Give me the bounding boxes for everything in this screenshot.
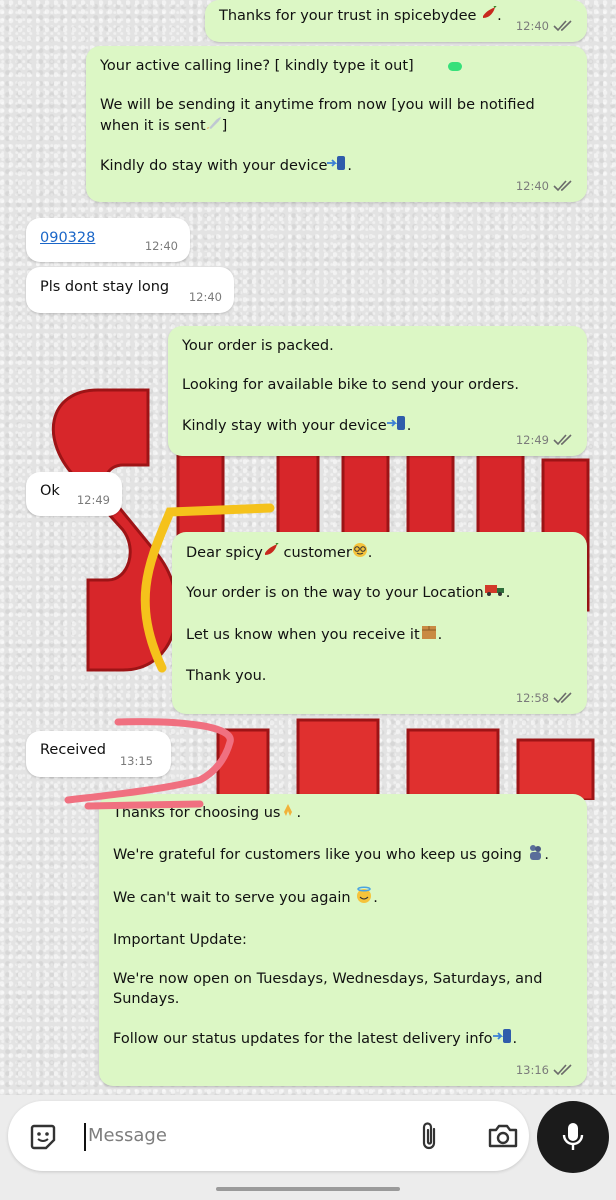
smiling-halo-emoji [355,886,373,910]
nerd-face-emoji [352,542,368,564]
message-bubble-outgoing[interactable]: Thanks for choosing us. We're grateful f… [99,794,587,1086]
message-meta: 13:16 [516,1062,575,1078]
message-text: Thanks for your trust in spicebydee [219,8,477,25]
message-text: Let us know when you receive it [186,626,420,643]
message-text: Important Update: [113,931,247,948]
folded-hands-emoji [280,802,296,824]
message-composer[interactable]: Message [8,1101,529,1171]
message-bubble-outgoing[interactable]: Thanks for your trust in spicebydee . 12… [205,0,587,42]
double-check-icon [553,1064,572,1076]
message-time: 12:49 [515,432,549,447]
phone-number-link[interactable]: 090328 [40,230,95,246]
chili-pepper-emoji [481,5,497,26]
message-meta: 12:40 [145,238,178,254]
message-time: 12:40 [144,238,178,253]
camera-icon[interactable] [487,1121,519,1151]
message-time: 12:40 [188,289,222,304]
package-emoji [420,623,438,647]
chat-area[interactable]: Thanks for your trust in spicebydee . 12… [0,0,616,1095]
message-time: 12:49 [76,492,110,507]
message-bubble-incoming[interactable]: Pls dont stay long 12:40 [26,267,234,313]
message-input[interactable]: Message [88,1125,167,1146]
message-time: 12:40 [515,178,549,193]
message-time: 13:16 [515,1062,549,1077]
message-time: 12:58 [515,690,549,705]
microphone-button[interactable] [537,1101,609,1173]
double-check-icon [553,180,572,192]
message-meta: 13:15 [120,753,153,769]
message-text: We're grateful for customers like you wh… [113,847,522,864]
message-text: customer [283,545,352,562]
message-text: We're now open on Tuesdays, Wednesdays, … [113,970,543,1008]
message-text: Your order is on the way to your Locatio… [186,585,484,602]
message-text: Pls dont stay long [40,279,170,295]
rocket-emoji [206,116,222,136]
people-hug-emoji [526,843,544,867]
message-meta: 12:40 [516,18,575,34]
message-text: Follow our status updates for the latest… [113,1031,493,1048]
message-text: Kindly do stay with your device [100,158,328,175]
message-meta: 12:40 [516,178,575,194]
message-text: Your active calling line? [ kindly type … [100,58,414,74]
message-text: Thanks for choosing us [113,805,281,822]
double-check-icon [553,434,572,446]
sticker-icon[interactable] [28,1122,58,1152]
message-text: We will be sending it anytime from now [… [100,97,535,134]
double-check-icon [553,20,572,32]
message-text: Looking for available bike to send your … [182,377,519,394]
message-bubble-incoming[interactable]: 090328 12:40 [26,218,190,262]
delivery-truck-emoji [484,583,506,603]
message-bubble-incoming[interactable]: Received 13:15 [26,731,171,777]
message-time: 12:40 [515,18,549,33]
message-text: We can't wait to serve you again [113,890,351,907]
message-time: 13:15 [119,753,153,768]
message-text: Thank you. [186,667,267,684]
message-text: Kindly stay with your device [182,417,387,434]
message-text: Ok [40,483,60,499]
message-bubble-outgoing[interactable]: Your active calling line? [ kindly type … [86,46,587,202]
message-text: Dear spicy [186,545,263,562]
message-meta: 12:58 [516,690,575,706]
microphone-icon [562,1123,584,1150]
paperclip-icon[interactable] [414,1121,444,1153]
message-text: Received [40,742,106,758]
chili-pepper-emoji [263,542,279,563]
double-check-icon [553,692,572,704]
phone-arrow-emoji [327,155,347,177]
message-meta: 12:49 [516,432,575,448]
phone-arrow-emoji [492,1028,513,1050]
message-bubble-outgoing[interactable]: Dear spicy customer. Your order is on th… [172,532,587,714]
message-meta: 12:40 [189,289,222,305]
message-text: Your order is packed. [182,338,334,354]
message-meta: 12:49 [77,492,110,508]
home-indicator[interactable] [216,1187,400,1191]
green-dot-emoji [447,61,462,71]
phone-arrow-emoji [386,415,407,437]
message-bubble-outgoing[interactable]: Your order is packed. Looking for availa… [168,326,587,456]
message-bubble-incoming[interactable]: Ok 12:49 [26,472,122,516]
text-cursor [84,1123,86,1151]
